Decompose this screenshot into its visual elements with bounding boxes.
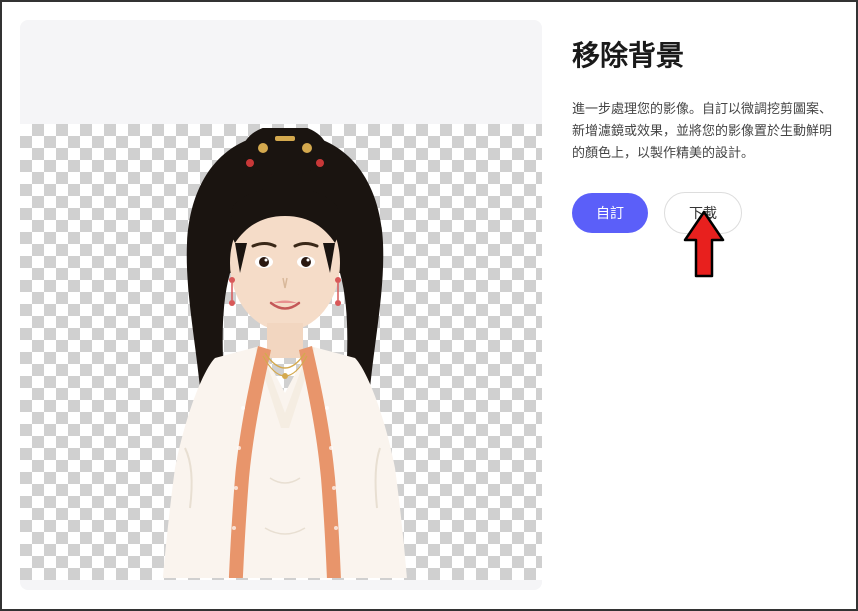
annotation-arrow-icon	[683, 210, 725, 280]
page-title: 移除背景	[572, 34, 838, 74]
customize-button[interactable]: 自訂	[572, 193, 648, 233]
image-preview-panel	[20, 20, 542, 590]
main-container: 移除背景 進一步處理您的影像。自訂以微調挖剪圖案、新增濾鏡或效果，並將您的影像置…	[2, 2, 856, 609]
sidebar: 移除背景 進一步處理您的影像。自訂以微調挖剪圖案、新增濾鏡或效果，並將您的影像置…	[572, 20, 838, 591]
description-text: 進一步處理您的影像。自訂以微調挖剪圖案、新增濾鏡或效果，並將您的影像置於生動鮮明…	[572, 98, 838, 164]
result-image	[115, 128, 455, 578]
